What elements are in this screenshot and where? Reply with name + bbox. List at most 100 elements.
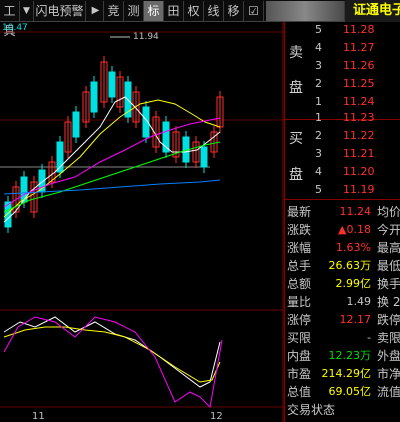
kdj-d-line — [3, 326, 221, 383]
checkbox-icon[interactable]: ☑ — [244, 1, 264, 21]
candles — [4, 56, 224, 233]
quote-label: 总手 — [287, 259, 312, 273]
month-11-label: 11 — [32, 411, 45, 422]
quote-label: 量比 — [287, 295, 312, 309]
quote-value: 214.29亿 — [321, 367, 372, 380]
quote-right-label: 最低 — [377, 259, 400, 273]
tools-dropdown-icon[interactable]: ▼ — [20, 1, 34, 21]
blurred-region — [266, 1, 345, 21]
quote-label: 涨停 — [287, 313, 312, 327]
move-button[interactable]: 移 — [224, 1, 244, 21]
quote-row-limit_up: 涨停 12.17 跌停 — [285, 312, 400, 328]
order-price: 11.20 — [343, 165, 375, 178]
high-price-label: 11.94 — [133, 32, 159, 42]
level-number: 1 — [315, 111, 322, 124]
order-price: 11.27 — [343, 41, 375, 54]
ask-row[interactable]: 3 11.26 — [285, 58, 400, 74]
rights-button[interactable]: 权 — [184, 1, 204, 21]
order-price: 11.22 — [343, 129, 375, 142]
tools-button[interactable]: 工具 — [0, 1, 20, 38]
bidding-button[interactable]: 竞 — [104, 1, 124, 21]
grid-button[interactable]: 田 — [164, 1, 184, 21]
quote-row-mcap: 市盈 214.29亿 市净 — [285, 366, 400, 382]
quote-value: 26.63万 — [328, 259, 372, 272]
quote-label: 买限 — [287, 331, 312, 345]
quote-row-pct: 涨幅 1.63% 最高 — [285, 240, 400, 256]
toolbar: 工具 ▼ 闪电预警 ▶ 竞 测 标 田 权 线 移 ☑ 证通电子 — [0, 0, 400, 38]
kline-chart[interactable]: 10.47 11.94 11 12 — [0, 22, 284, 422]
bid-row[interactable]: 3 11.21 — [285, 146, 400, 162]
flash-alert-button[interactable]: 闪电预警 — [34, 1, 86, 21]
quote-label: 总值 — [287, 385, 312, 399]
candle — [200, 146, 208, 168]
quote-right-label: 跌停 — [377, 313, 400, 327]
bid-row[interactable]: 1 11.23 — [285, 110, 400, 126]
order-price: 11.28 — [343, 23, 375, 36]
measure-button[interactable]: 测 — [124, 1, 144, 21]
level-number: 3 — [315, 59, 322, 72]
order-price: 11.25 — [343, 77, 375, 90]
quote-value: 12.17 — [339, 313, 372, 326]
quote-right-label: 卖限 — [377, 331, 400, 345]
quote-right-label: 最高 — [377, 241, 400, 255]
ask-row[interactable]: 5 11.28 — [285, 22, 400, 38]
quote-right-label: 流值 — [377, 385, 400, 399]
quote-right-label: 外盘 — [377, 349, 400, 363]
bid-row[interactable]: 4 11.20 — [285, 164, 400, 180]
bid-row[interactable]: 5 11.19 — [285, 182, 400, 198]
level-number: 4 — [315, 165, 322, 178]
quote-value: 1.49 — [346, 295, 372, 308]
quote-row-amount: 总额 2.99亿 换手 — [285, 276, 400, 292]
quote-row-buy_limit: 买限 - 卖限 — [285, 330, 400, 346]
ask-row[interactable]: 1 11.24 — [285, 94, 400, 110]
quote-label: 市盈 — [287, 367, 312, 381]
quote-label: 涨幅 — [287, 241, 312, 255]
quote-panel: 卖 盘 5 11.28 4 11.27 3 11.26 2 11.25 1 11.24 买 盘 1… — [284, 22, 400, 422]
ask-row[interactable]: 2 11.25 — [285, 76, 400, 92]
quote-right-label: 换 2 — [377, 295, 400, 309]
quote-row-change: 涨跌 ▲0.18 今开 — [285, 222, 400, 238]
top-left-value: 10.47 — [2, 23, 28, 33]
line-button[interactable]: 线 — [204, 1, 224, 21]
mark-button[interactable]: 标 — [144, 1, 164, 21]
quote-label: 涨跌 — [287, 223, 312, 237]
level-number: 2 — [315, 77, 322, 90]
quote-label: 内盘 — [287, 349, 312, 363]
order-price: 11.21 — [343, 147, 375, 160]
quote-value: 69.05亿 — [328, 385, 372, 398]
quote-value: 1.63% — [336, 241, 371, 254]
quote-label: 总额 — [287, 277, 312, 291]
quote-row-ratio: 量比 1.49 换 2 — [285, 294, 400, 310]
level-number: 3 — [315, 147, 322, 160]
candle — [90, 81, 98, 113]
candle — [72, 111, 80, 138]
quote-row-vol: 总手 26.63万 最低 — [285, 258, 400, 274]
level-number: 5 — [315, 183, 322, 196]
quote-right-label: 换手 — [377, 277, 400, 291]
kdj-j-line — [3, 316, 223, 409]
quote-value: ▲0.18 — [338, 223, 371, 236]
candle — [108, 71, 116, 98]
quote-row-total: 总值 69.05亿 流值 — [285, 384, 400, 400]
play-icon[interactable]: ▶ — [88, 1, 104, 21]
order-price: 11.19 — [343, 183, 375, 196]
bid-row[interactable]: 2 11.22 — [285, 128, 400, 144]
order-price: 11.23 — [343, 111, 375, 124]
level-number: 1 — [315, 95, 322, 108]
quote-row-latest: 最新 11.24 均价 — [285, 204, 400, 220]
order-price: 11.24 — [343, 95, 375, 108]
level-number: 4 — [315, 41, 322, 54]
quote-separator — [285, 199, 400, 200]
ask-row[interactable]: 4 11.27 — [285, 40, 400, 56]
quote-label: 最新 — [287, 205, 312, 219]
quote-right-label: 均价 — [377, 205, 400, 219]
quote-right-label: 今开 — [377, 223, 400, 237]
quote-right-label: 市净 — [377, 367, 400, 381]
level-number: 2 — [315, 129, 322, 142]
quote-value: - — [367, 331, 371, 344]
quote-value: 2.99亿 — [335, 277, 372, 290]
quote-value: 11.24 — [339, 205, 372, 218]
order-price: 11.26 — [343, 59, 375, 72]
trading-status: 交易状态 — [287, 403, 336, 417]
quote-value: 12.23万 — [328, 349, 372, 362]
